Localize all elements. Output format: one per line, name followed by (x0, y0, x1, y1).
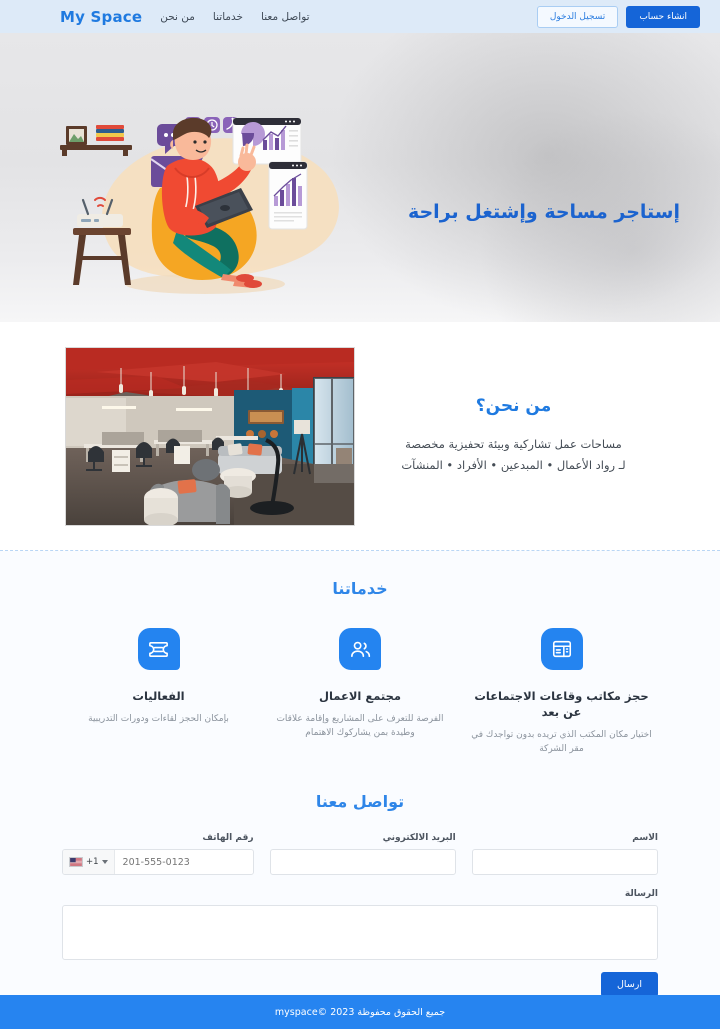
field-message: الرسالة (62, 889, 658, 960)
service-name: حجز مكاتب وقاعات الاجتماعات عن بعد (474, 689, 649, 719)
about-text-block: من نحن؟ مساحات عمل تشاركية وبيئة تحفيزية… (355, 396, 672, 476)
hero-title: إستاجر مساحة وإشتغل براحة (407, 201, 680, 223)
message-textarea[interactable] (62, 905, 658, 960)
services-title: خدماتنا (332, 579, 388, 598)
phone-input-group: +1 (62, 849, 254, 875)
brand-logo[interactable]: My Space (60, 8, 142, 26)
email-input[interactable] (269, 849, 456, 875)
hero-illustration (55, 88, 375, 312)
about-line-1: مساحات عمل تشاركية وبيئة تحفيزية مخصصة (405, 437, 622, 451)
phone-input[interactable] (114, 850, 253, 874)
about-office-photo (65, 346, 355, 526)
country-code-selector[interactable]: +1 (63, 850, 115, 874)
service-name: مجتمع الاعمال (318, 689, 402, 703)
message-label: الرسالة (624, 889, 658, 899)
field-phone: رقم الهاتف +1 (62, 833, 254, 875)
service-card-events[interactable]: الفعاليات بإمكان الحجز لقاءات ودورات الت… (66, 628, 251, 756)
people-icon (339, 628, 381, 670)
name-label: الاسم (632, 833, 658, 843)
about-title: من نحن؟ (475, 396, 552, 416)
services-row: حجز مكاتب وقاعات الاجتماعات عن بعد اختيا… (0, 628, 720, 756)
service-card-business-community[interactable]: مجتمع الاعمال الفرصة للتعرف على المشاريع… (268, 628, 453, 756)
ticket-icon (137, 628, 180, 670)
login-button[interactable]: تسجيل الدخول (536, 5, 619, 28)
nav-auth-buttons: انشاء حساب تسجيل الدخول (536, 5, 700, 28)
us-flag-icon (69, 857, 83, 867)
top-navbar: انشاء حساب تسجيل الدخول تواصل معنا خدمات… (0, 0, 720, 33)
nav-link-services[interactable]: خدماتنا (213, 11, 243, 23)
contact-form: الاسم البريد الالكتروني رقم الهاتف +1 20… (0, 833, 720, 997)
page-footer: جميع الحقوق محفوظة 2023 ©myspace (0, 995, 720, 1029)
contact-form-row: الاسم البريد الالكتروني رقم الهاتف +1 20… (62, 833, 658, 875)
nav-link-contact[interactable]: تواصل معنا (261, 11, 310, 23)
about-line-2: لـ رواد الأعمال • المبدعين • الأفراد • ا… (401, 458, 626, 472)
contact-title: تواصل معنا (315, 792, 405, 811)
copyright-text: جميع الحقوق محفوظة 2023 ©myspace (274, 1006, 446, 1018)
hero-section: إستاجر مساحة وإشتغل براحة (0, 33, 720, 322)
about-section: من نحن؟ مساحات عمل تشاركية وبيئة تحفيزية… (0, 322, 720, 550)
signup-button[interactable]: انشاء حساب (626, 5, 700, 28)
service-name: الفعاليات (132, 689, 185, 703)
field-email: البريد الالكتروني (269, 833, 456, 875)
service-desc: بإمكان الحجز لقاءات ودورات التدريبية (88, 714, 229, 724)
service-desc: اختيار مكان المكتب الذي تريده بدون تواجد… (471, 730, 652, 754)
contact-section: تواصل معنا الاسم البريد الالكتروني رقم ا… (0, 786, 720, 1023)
field-name: الاسم (471, 833, 658, 875)
submit-button[interactable]: ارسال (601, 972, 658, 997)
chevron-down-icon (101, 860, 108, 864)
desk-icon (540, 628, 583, 670)
service-card-remote-booking[interactable]: حجز مكاتب وقاعات الاجتماعات عن بعد اختيا… (469, 628, 654, 756)
services-section: خدماتنا حجز مكاتب وقاعات الاجتماعات عن ب… (0, 551, 720, 786)
nav-link-about[interactable]: من نحن (160, 11, 195, 23)
dial-code: +1 (86, 857, 99, 867)
email-label: البريد الالكتروني (382, 833, 456, 843)
service-desc: الفرصة للتعرف على المشاريع وإقامة علاقات… (276, 714, 444, 738)
name-input[interactable] (471, 849, 658, 875)
nav-links-group: تواصل معنا خدماتنا من نحن My Space (60, 8, 310, 26)
phone-label: رقم الهاتف (202, 833, 254, 843)
